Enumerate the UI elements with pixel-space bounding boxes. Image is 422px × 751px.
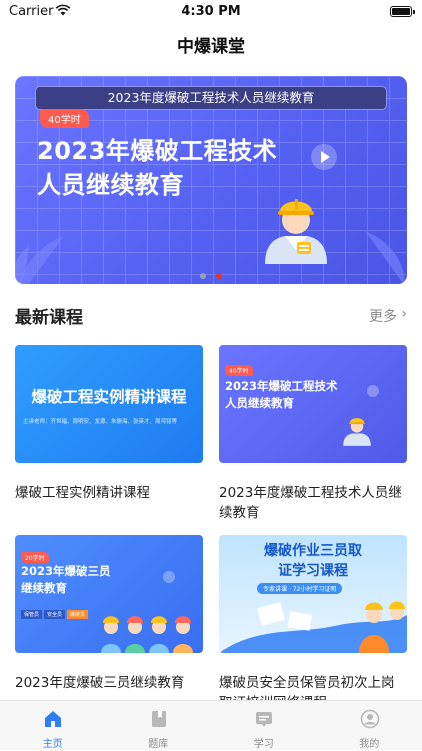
play-icon (367, 385, 379, 397)
tab-label: 题库 (106, 735, 212, 750)
clock: 4:30 PM (0, 4, 422, 19)
thumb-heading-line1: 爆破作业三员取 (219, 541, 407, 561)
workers-group-illustration-icon (97, 597, 197, 653)
role-tags: 保管员安全员爆破员 (21, 601, 90, 620)
tab-home[interactable]: 主页 (0, 701, 106, 751)
course-card[interactable]: 爆破作业三员取 证学习课程 专家讲课 · 72小时学习证明 爆破员安全员保管员初… (219, 535, 407, 713)
thumb-heading: 爆破工程实例精讲课程 (15, 385, 203, 407)
book-icon (149, 709, 169, 729)
course-thumbnail[interactable]: 爆破工程实例精讲课程 主讲老师：齐世福、周明安、龙源、朱振海、张英才、周鸿铭等 (15, 345, 203, 463)
battery-icon (390, 6, 412, 17)
thumb-heading: 2023年爆破三员 继续教育 (21, 563, 111, 597)
role-tag: 安全员 (44, 610, 65, 619)
tab-bar: 主页 题库 学习 我的 (0, 700, 422, 750)
course-title[interactable]: 2023年度爆破工程技术人员继续教育 (219, 483, 407, 523)
role-tag: 爆破员 (67, 610, 88, 619)
tab-label: 学习 (211, 735, 317, 750)
carousel-indicator (15, 264, 407, 283)
thumb-heading-line2: 证学习课程 (219, 561, 407, 581)
worker-illustration-icon (337, 407, 377, 451)
worker-illustration-icon (251, 186, 341, 266)
role-tag: 保管员 (21, 610, 42, 619)
thumb-subtitle: 主讲老师：齐世福、周明安、龙源、朱振海、张英才、周鸿铭等 (23, 417, 177, 425)
hours-badge: 40学时 (40, 109, 89, 128)
banner-top-caption: 2023年度爆破工程技术人员继续教育 (35, 86, 387, 110)
course-card[interactable]: 爆破工程实例精讲课程 主讲老师：齐世福、周明安、龙源、朱振海、张英才、周鸿铭等 … (15, 345, 203, 503)
thumb-heading: 2023年爆破工程技术 人员继续教育 (225, 378, 338, 412)
page-title: 中爆课堂 (0, 32, 422, 57)
latest-courses-header: 最新课程 更多 › (15, 303, 407, 327)
status-bar: Carrier 4:30 PM (0, 0, 422, 24)
thumb-heading-line2: 人员继续教育 (225, 395, 338, 412)
course-card[interactable]: 20学时 2023年爆破三员 继续教育 保管员安全员爆破员 2023年度爆破三员… (15, 535, 203, 693)
hours-badge: 40学时 (225, 365, 253, 376)
course-thumbnail[interactable]: 爆破作业三员取 证学习课程 专家讲课 · 72小时学习证明 (219, 535, 407, 653)
banner-carousel[interactable]: 2023年度爆破工程技术人员继续教育 40学时 2023年爆破工程技术 人员继续… (15, 76, 407, 284)
section-title: 最新课程 (15, 303, 83, 328)
banner-headline-line1: 2023年爆破工程技术 (37, 134, 277, 168)
play-icon (163, 571, 175, 583)
home-icon (43, 709, 63, 729)
thumb-heading-line1: 2023年爆破工程技术 (225, 378, 338, 395)
course-title[interactable]: 2023年度爆破三员继续教育 (15, 673, 203, 693)
chevron-right-icon[interactable]: › (401, 306, 407, 322)
chat-icon (254, 709, 274, 729)
profile-icon (360, 709, 380, 729)
banner-headline: 2023年爆破工程技术 人员继续教育 (37, 134, 277, 202)
documents-workers-illustration-icon (219, 595, 407, 653)
tab-label: 主页 (0, 735, 106, 750)
play-icon[interactable] (311, 144, 337, 170)
course-card[interactable]: 40学时 2023年爆破工程技术 人员继续教育 2023年度爆破工程技术人员继续… (219, 345, 407, 523)
thumb-heading: 爆破作业三员取 证学习课程 (219, 541, 407, 581)
banner-headline-line2: 人员继续教育 (37, 168, 277, 202)
course-title[interactable]: 爆破工程实例精讲课程 (15, 483, 203, 503)
thumb-heading-line1: 2023年爆破三员 (21, 563, 111, 580)
course-thumbnail[interactable]: 20学时 2023年爆破三员 继续教育 保管员安全员爆破员 (15, 535, 203, 653)
hours-badge: 20学时 (21, 552, 49, 563)
thumb-heading-line2: 继续教育 (21, 580, 111, 597)
course-thumbnail[interactable]: 40学时 2023年爆破工程技术 人员继续教育 (219, 345, 407, 463)
tab-mine[interactable]: 我的 (317, 701, 422, 751)
carousel-dot[interactable] (200, 273, 206, 279)
tab-question-bank[interactable]: 题库 (106, 701, 212, 751)
tab-label: 我的 (317, 735, 422, 750)
carousel-dot-active[interactable] (216, 273, 222, 279)
more-link[interactable]: 更多 (369, 306, 397, 326)
thumb-subtitle: 专家讲课 · 72小时学习证明 (257, 583, 342, 594)
tab-study[interactable]: 学习 (211, 701, 317, 751)
